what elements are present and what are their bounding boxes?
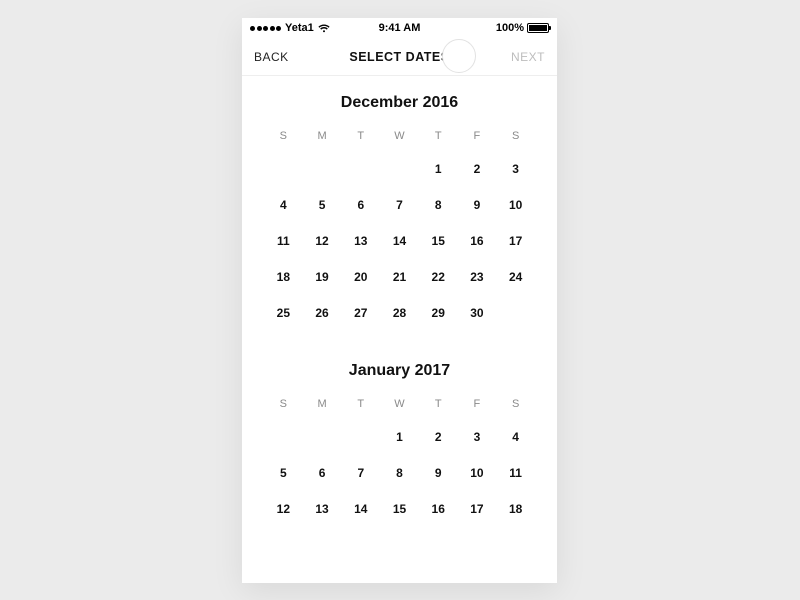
day-cell[interactable]: 15	[380, 500, 419, 536]
day-cell[interactable]: 17	[458, 500, 497, 536]
nav-bar: BACK SELECT DATES NEXT	[242, 38, 557, 76]
weekday-label: T	[419, 398, 458, 428]
day-cell[interactable]: 2	[458, 160, 497, 196]
status-time: 9:41 AM	[379, 22, 421, 34]
day-cell[interactable]: 12	[303, 232, 342, 268]
day-cell[interactable]: 4	[496, 428, 535, 464]
day-cell[interactable]: 10	[496, 196, 535, 232]
calendar-scroll[interactable]: December 2016SMTWTFS12345678910111213141…	[242, 76, 557, 583]
month-block: December 2016SMTWTFS12345678910111213141…	[264, 94, 535, 340]
day-cell[interactable]: 1	[380, 428, 419, 464]
day-cell[interactable]: 11	[496, 464, 535, 500]
phone-frame: Yeta1 9:41 AM 100% BACK SELECT DATES NEX…	[242, 18, 557, 583]
back-button[interactable]: BACK	[254, 50, 289, 64]
day-cell[interactable]: 7	[341, 464, 380, 500]
day-empty	[341, 160, 380, 196]
day-cell[interactable]: 1	[419, 160, 458, 196]
day-cell[interactable]: 9	[419, 464, 458, 500]
weekday-label: S	[264, 130, 303, 160]
day-cell[interactable]: 3	[458, 428, 497, 464]
calendar-grid: SMTWTFS123456789101112131415161718192021…	[264, 130, 535, 340]
month-title: December 2016	[264, 94, 535, 112]
day-cell[interactable]: 25	[264, 304, 303, 340]
weekday-label: M	[303, 130, 342, 160]
day-cell[interactable]: 5	[264, 464, 303, 500]
day-empty	[264, 428, 303, 464]
day-cell[interactable]: 18	[264, 268, 303, 304]
day-cell[interactable]: 13	[303, 500, 342, 536]
day-cell[interactable]: 23	[458, 268, 497, 304]
day-cell[interactable]: 5	[303, 196, 342, 232]
day-cell[interactable]: 19	[303, 268, 342, 304]
day-empty	[303, 160, 342, 196]
day-cell[interactable]: 30	[458, 304, 497, 340]
day-cell[interactable]: 2	[419, 428, 458, 464]
day-cell[interactable]: 18	[496, 500, 535, 536]
day-cell[interactable]: 16	[458, 232, 497, 268]
calendar-grid: SMTWTFS123456789101112131415161718	[264, 398, 535, 536]
next-button[interactable]: NEXT	[511, 50, 545, 64]
status-bar: Yeta1 9:41 AM 100%	[242, 18, 557, 38]
weekday-label: T	[419, 130, 458, 160]
weekday-label: F	[458, 398, 497, 428]
day-cell[interactable]: 29	[419, 304, 458, 340]
day-cell[interactable]: 6	[303, 464, 342, 500]
weekday-label: S	[496, 130, 535, 160]
day-cell[interactable]: 11	[264, 232, 303, 268]
day-cell[interactable]: 6	[341, 196, 380, 232]
day-cell[interactable]: 15	[419, 232, 458, 268]
day-cell[interactable]: 20	[341, 268, 380, 304]
day-cell[interactable]: 8	[380, 464, 419, 500]
day-cell[interactable]: 12	[264, 500, 303, 536]
weekday-label: W	[380, 398, 419, 428]
day-cell[interactable]: 24	[496, 268, 535, 304]
weekday-label: T	[341, 398, 380, 428]
weekday-label: S	[264, 398, 303, 428]
status-left: Yeta1	[250, 22, 330, 34]
day-cell[interactable]: 7	[380, 196, 419, 232]
weekday-label: T	[341, 130, 380, 160]
weekday-label: F	[458, 130, 497, 160]
day-cell[interactable]: 16	[419, 500, 458, 536]
day-cell[interactable]: 3	[496, 160, 535, 196]
weekday-label: S	[496, 398, 535, 428]
month-title: January 2017	[264, 362, 535, 380]
weekday-label: W	[380, 130, 419, 160]
day-empty	[341, 428, 380, 464]
day-cell[interactable]: 14	[341, 500, 380, 536]
signal-dots-icon	[250, 26, 281, 31]
status-right: 100%	[496, 22, 549, 34]
selector-knob[interactable]	[442, 39, 476, 73]
day-cell[interactable]: 8	[419, 196, 458, 232]
day-cell[interactable]: 10	[458, 464, 497, 500]
day-cell[interactable]: 22	[419, 268, 458, 304]
day-cell[interactable]: 21	[380, 268, 419, 304]
weekday-label: M	[303, 398, 342, 428]
day-cell[interactable]: 9	[458, 196, 497, 232]
day-cell[interactable]: 26	[303, 304, 342, 340]
nav-title: SELECT DATES	[349, 50, 449, 64]
day-empty	[264, 160, 303, 196]
day-empty	[380, 160, 419, 196]
day-cell[interactable]: 14	[380, 232, 419, 268]
day-cell[interactable]: 17	[496, 232, 535, 268]
battery-percent: 100%	[496, 22, 524, 34]
day-cell[interactable]: 28	[380, 304, 419, 340]
battery-icon	[527, 23, 549, 33]
month-block: January 2017SMTWTFS123456789101112131415…	[264, 362, 535, 536]
carrier-label: Yeta1	[285, 22, 314, 34]
wifi-icon	[318, 23, 330, 33]
day-cell[interactable]: 4	[264, 196, 303, 232]
day-cell[interactable]: 27	[341, 304, 380, 340]
day-empty	[303, 428, 342, 464]
day-cell[interactable]: 13	[341, 232, 380, 268]
